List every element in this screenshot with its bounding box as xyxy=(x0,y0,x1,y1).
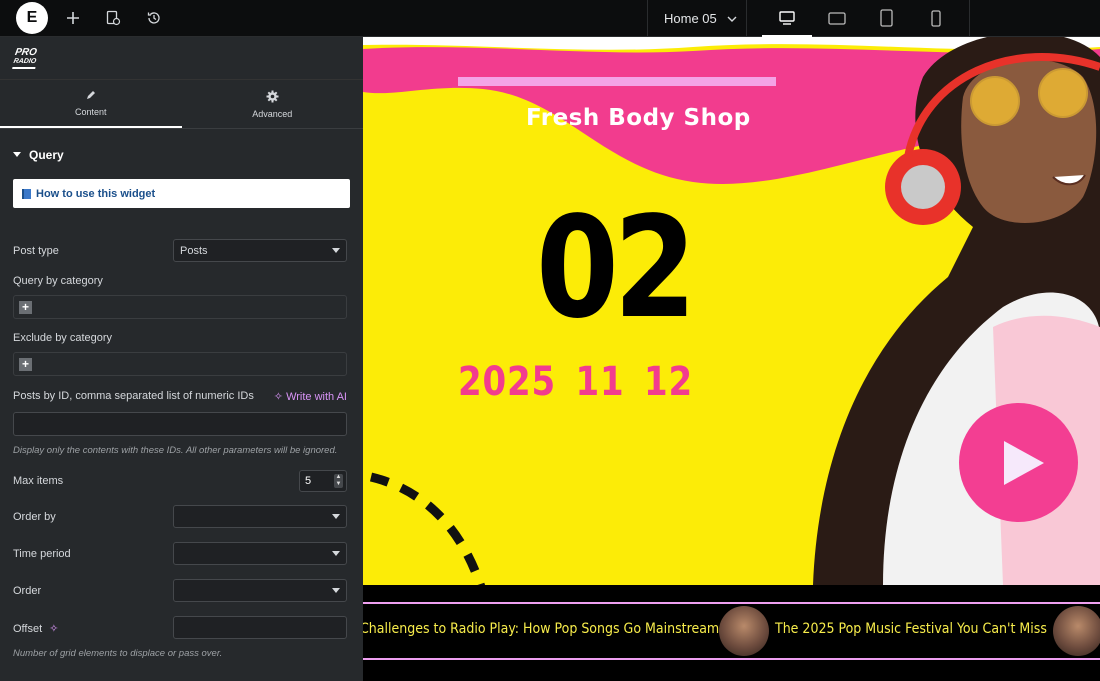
posts-by-id-control: Posts by ID, comma separated list of num… xyxy=(13,390,347,456)
tab-advanced-label: Advanced xyxy=(252,108,293,119)
news-ticker: Challenges to Radio Play: How Pop Songs … xyxy=(363,585,1100,681)
top-bar: E Home 05 xyxy=(0,0,1100,37)
add-element-button[interactable] xyxy=(60,0,86,36)
device-tablet-landscape-button[interactable] xyxy=(812,0,862,36)
add-icon[interactable]: + xyxy=(19,300,32,314)
mobile-icon xyxy=(931,9,941,27)
max-items-label: Max items xyxy=(13,475,64,487)
add-icon[interactable]: + xyxy=(19,357,32,371)
time-period-label: Time period xyxy=(13,548,71,560)
posts-by-id-hint: Display only the contents with these IDs… xyxy=(13,445,338,456)
exclude-by-category-label: Exclude by category xyxy=(13,332,113,344)
device-tablet-portrait-button[interactable] xyxy=(861,0,911,36)
pencil-icon xyxy=(86,91,95,99)
order-by-label: Order by xyxy=(13,511,56,523)
page-name: Home 05 xyxy=(664,10,717,26)
caret-down-icon xyxy=(13,152,21,157)
page-settings-icon xyxy=(106,10,121,26)
desktop-icon xyxy=(779,11,795,25)
query-section-toggle[interactable]: Query xyxy=(0,135,363,175)
tablet-portrait-icon xyxy=(879,9,893,27)
stepper-icon[interactable]: ▲ ▼ xyxy=(334,474,343,488)
order-by-select[interactable] xyxy=(173,505,347,528)
preview-canvas: Fresh Body Shop 02 2025 11 12 Challenges… xyxy=(363,37,1100,681)
tab-content[interactable]: Content xyxy=(0,80,182,128)
device-mobile-button[interactable] xyxy=(911,0,961,36)
ticker-item[interactable]: Challenges to Radio Play: How Pop Songs … xyxy=(363,621,719,637)
ticker-item[interactable]: The 2025 Pop Music Festival You Can't Mi… xyxy=(775,621,1047,637)
elementor-menu-button[interactable]: E xyxy=(16,2,48,34)
post-type-control: Post type Posts xyxy=(13,239,347,262)
offset-label-wrap: Offset ✧ xyxy=(13,622,58,635)
max-items-value: 5 xyxy=(305,475,312,487)
panel-tabs: Content Advanced xyxy=(0,80,363,129)
exclude-by-category-control: Exclude by category + xyxy=(13,332,347,376)
section-title: Query xyxy=(29,148,64,162)
post-type-label: Post type xyxy=(13,245,59,257)
exclude-by-category-input[interactable]: + xyxy=(13,352,347,376)
book-icon xyxy=(22,188,31,199)
gear-icon xyxy=(266,90,279,102)
post-type-select[interactable]: Posts xyxy=(173,239,347,262)
sparkle-icon: ✧ xyxy=(273,391,283,403)
page-selector[interactable]: Home 05 xyxy=(647,0,747,36)
time-period-select[interactable] xyxy=(173,542,347,565)
logo-line-2: RADIO xyxy=(12,57,37,65)
ticker-bar: Challenges to Radio Play: How Pop Songs … xyxy=(363,602,1100,660)
how-to-use-label: How to use this widget xyxy=(36,187,156,200)
max-items-input[interactable]: 5 ▲ ▼ xyxy=(299,470,347,492)
posts-by-id-input[interactable] xyxy=(13,412,347,436)
play-icon xyxy=(1003,440,1044,485)
slide-date: 2025 11 12 xyxy=(458,359,694,405)
chevron-down-icon xyxy=(727,11,737,26)
caret-down-icon xyxy=(332,248,340,253)
caret-down-icon xyxy=(332,514,340,519)
query-by-category-label: Query by category xyxy=(13,275,103,287)
panel-header: PRO RADIO xyxy=(0,37,363,80)
slide-number: 02 xyxy=(536,187,696,350)
caret-down-icon xyxy=(332,588,340,593)
query-by-category-input[interactable]: + xyxy=(13,295,347,319)
plus-icon xyxy=(67,12,79,24)
caret-down-icon xyxy=(332,551,340,556)
divider xyxy=(969,0,970,36)
offset-control: Offset ✧ Number of grid elements to disp… xyxy=(13,616,347,676)
tab-advanced[interactable]: Advanced xyxy=(182,80,364,128)
posts-by-id-label: Posts by ID, comma separated list of num… xyxy=(13,390,254,402)
widget-settings-panel: PRO RADIO Content Advanced Query How to … xyxy=(0,37,363,681)
ticker-thumbnail[interactable] xyxy=(719,606,769,656)
tab-content-label: Content xyxy=(74,107,107,117)
ticker-thumbnail[interactable] xyxy=(1053,606,1100,656)
write-with-ai-button[interactable]: ✧ Write with AI xyxy=(274,390,347,403)
play-button[interactable] xyxy=(959,403,1078,522)
slide-headline[interactable]: Fresh Body Shop xyxy=(526,105,751,131)
logo-line-1: PRO xyxy=(14,46,38,58)
offset-hint: Number of grid elements to displace or p… xyxy=(13,648,223,659)
history-icon xyxy=(147,12,160,24)
order-control: Order xyxy=(13,579,347,602)
how-to-use-link[interactable]: How to use this widget xyxy=(13,179,350,208)
tablet-landscape-icon xyxy=(828,11,846,25)
post-type-value: Posts xyxy=(180,244,208,257)
sparkle-icon[interactable]: ✧ xyxy=(49,623,58,635)
page-settings-button[interactable] xyxy=(100,0,126,36)
offset-input[interactable] xyxy=(173,616,347,639)
offset-label: Offset xyxy=(13,623,43,635)
time-period-control: Time period xyxy=(13,542,347,565)
order-select[interactable] xyxy=(173,579,347,602)
write-with-ai-label: Write with AI xyxy=(286,391,347,403)
device-desktop-button[interactable] xyxy=(762,0,812,37)
decorative-bar xyxy=(458,77,776,86)
order-label: Order xyxy=(13,585,42,597)
max-items-control: Max items 5 ▲ ▼ xyxy=(13,470,347,492)
query-by-category-control: Query by category + xyxy=(13,275,347,319)
pro-radio-logo: PRO RADIO xyxy=(12,46,39,69)
history-button[interactable] xyxy=(141,0,167,36)
order-by-control: Order by xyxy=(13,505,347,528)
